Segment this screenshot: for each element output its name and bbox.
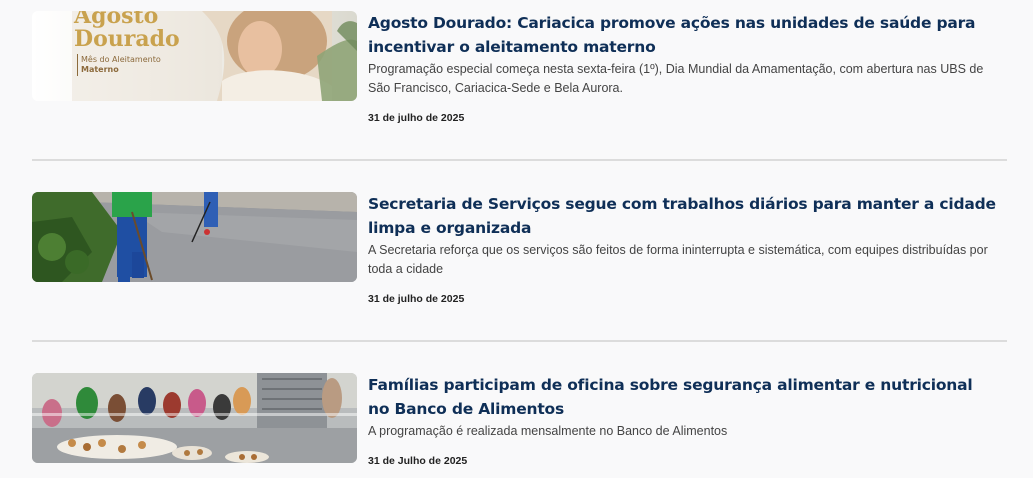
news-image-limpeza bbox=[32, 192, 357, 282]
news-title[interactable]: Secretaria de Serviços segue com trabalh… bbox=[368, 192, 998, 240]
news-summary: Programação especial começa nesta sexta-… bbox=[368, 62, 984, 95]
news-summary: A Secretaria reforça que os serviços são… bbox=[368, 243, 988, 276]
news-thumbnail[interactable] bbox=[32, 192, 357, 282]
divider bbox=[32, 340, 1007, 342]
news-date: 31 de julho de 2025 bbox=[368, 112, 465, 124]
news-item[interactable]: Secretaria de Serviços segue com trabalh… bbox=[32, 192, 1007, 305]
news-image-oficina bbox=[32, 373, 357, 463]
news-item[interactable]: Famílias participam de oficina sobre seg… bbox=[32, 373, 1007, 467]
news-text: Agosto Dourado: Cariacica promove ações … bbox=[368, 11, 998, 124]
news-date: 31 de julho de 2025 bbox=[368, 293, 465, 305]
image-subline-1: Mês do Aleitamento bbox=[81, 54, 161, 64]
news-thumbnail[interactable]: Agosto Dourado Mês do Aleitamento Matern… bbox=[32, 11, 357, 101]
image-headline-line2: Dourado bbox=[74, 26, 180, 52]
news-title[interactable]: Famílias participam de oficina sobre seg… bbox=[368, 373, 998, 421]
news-summary: A programação é realizada mensalmente no… bbox=[368, 424, 728, 438]
news-thumbnail[interactable] bbox=[32, 373, 357, 463]
news-item[interactable]: Agosto Dourado Mês do Aleitamento Matern… bbox=[32, 11, 1007, 124]
image-subline-2: Materno bbox=[81, 65, 119, 74]
news-text: Famílias participam de oficina sobre seg… bbox=[368, 373, 998, 467]
news-list: Agosto Dourado Mês do Aleitamento Matern… bbox=[0, 0, 1033, 478]
news-text: Secretaria de Serviços segue com trabalh… bbox=[368, 192, 998, 305]
news-image-aleitamento: Agosto Dourado Mês do Aleitamento Matern… bbox=[32, 11, 357, 101]
news-date: 31 de Julho de 2025 bbox=[368, 455, 468, 467]
divider bbox=[32, 159, 1007, 161]
news-title[interactable]: Agosto Dourado: Cariacica promove ações … bbox=[368, 11, 998, 59]
